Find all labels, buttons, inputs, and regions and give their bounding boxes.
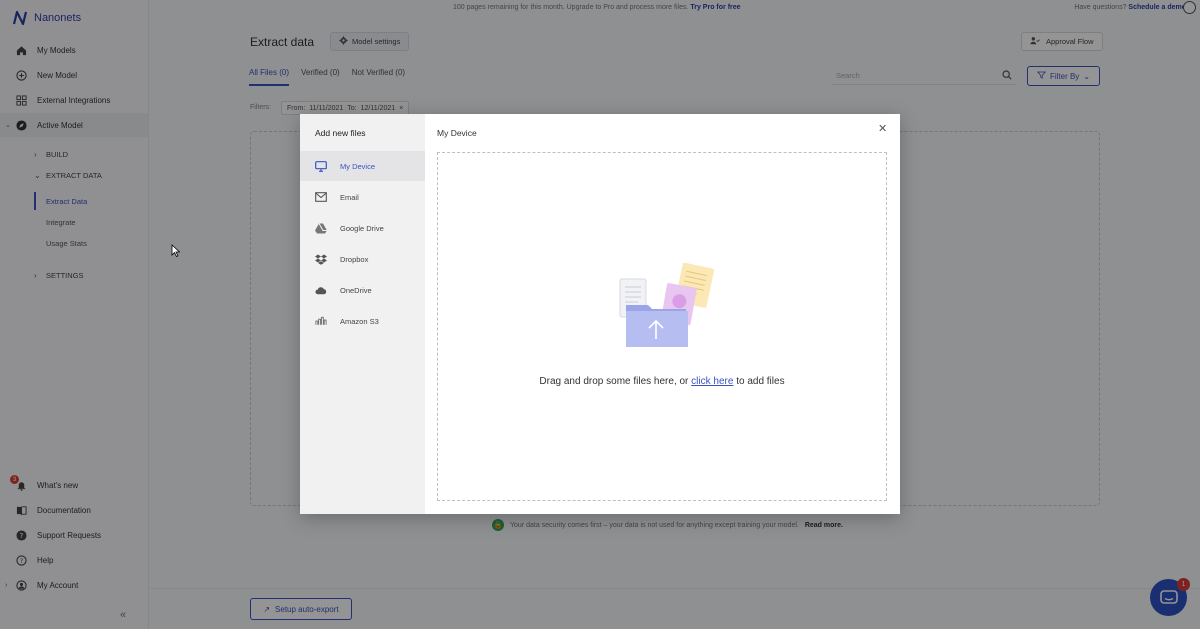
source-my-device[interactable]: My Device [300,151,425,181]
upload-folder-illustration-icon [619,263,714,347]
file-source-list: Add new files My Device Email Google Dri… [300,114,425,514]
modal-title: My Device [437,128,477,138]
source-label: OneDrive [340,285,372,295]
source-google-drive[interactable]: Google Drive [300,213,425,243]
mouse-cursor-icon [171,244,181,260]
close-icon[interactable]: ✕ [878,122,887,135]
modal-left-title: Add new files [315,128,366,138]
amazon-s3-icon [315,315,327,327]
source-email[interactable]: Email [300,182,425,212]
drop-instructions: Drag and drop some files here, or click … [438,376,886,387]
source-label: Amazon S3 [340,316,379,326]
source-label: Email [340,192,359,202]
source-label: My Device [340,161,376,171]
click-here-link[interactable]: click here [691,376,733,387]
drop-text-after: to add files [733,376,785,387]
source-label: Dropbox [340,254,369,264]
mail-icon [315,191,327,203]
source-label: Google Drive [340,223,384,233]
monitor-icon [315,160,327,172]
add-files-modal: Add new files My Device Email Google Dri… [300,114,900,514]
source-onedrive[interactable]: OneDrive [300,275,425,305]
source-dropbox[interactable]: Dropbox [300,244,425,274]
drop-text-before: Drag and drop some files here, or [539,376,692,387]
file-drop-area[interactable]: Drag and drop some files here, or click … [437,152,887,501]
source-amazon-s3[interactable]: Amazon S3 [300,306,425,336]
google-drive-icon [315,222,327,234]
onedrive-icon [315,284,327,296]
dropbox-icon [315,253,327,265]
